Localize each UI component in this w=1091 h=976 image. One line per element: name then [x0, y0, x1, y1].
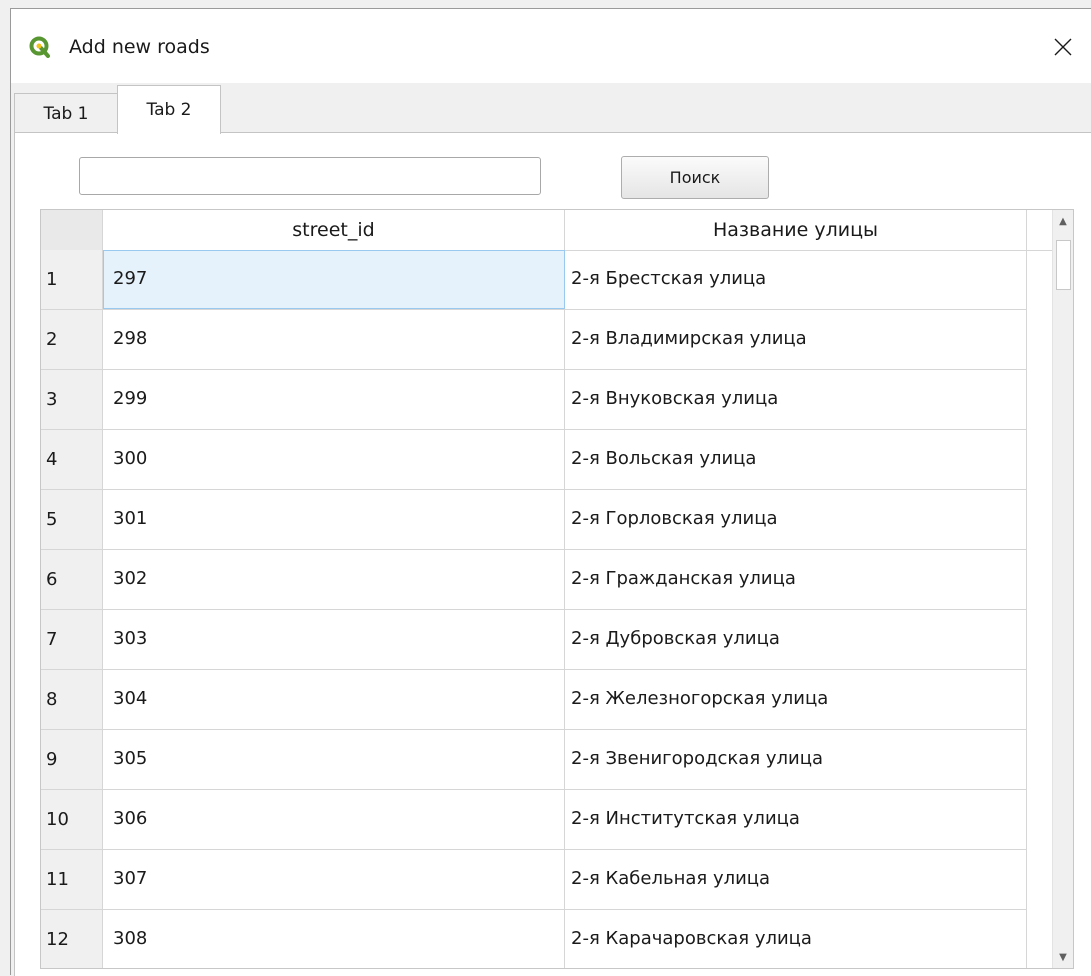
cell-street-name[interactable]: 2-я Звенигородская улица — [565, 730, 1027, 789]
cell-street-id[interactable]: 298 — [103, 310, 565, 369]
table-corner-button[interactable] — [41, 210, 103, 250]
table-row[interactable]: 7 303 2-я Дубровская улица — [41, 610, 1027, 670]
table-row[interactable]: 12 308 2-я Карачаровская улица — [41, 910, 1027, 968]
cell-street-id[interactable]: 305 — [103, 730, 565, 789]
cell-street-name[interactable]: 2-я Гражданская улица — [565, 550, 1027, 609]
cell-street-name[interactable]: 2-я Карачаровская улица — [565, 910, 1027, 968]
window-title: Add new roads — [69, 36, 210, 58]
table-row[interactable]: 6 302 2-я Гражданская улица — [41, 550, 1027, 610]
table-header: street_id Название улицы — [41, 210, 1053, 251]
cell-street-name[interactable]: 2-я Вольская улица — [565, 430, 1027, 489]
cell-street-name[interactable]: 2-я Институтская улица — [565, 790, 1027, 849]
search-input[interactable] — [79, 157, 541, 195]
cell-street-name[interactable]: 2-я Дубровская улица — [565, 610, 1027, 669]
table-row[interactable]: 8 304 2-я Железногорская улица — [41, 670, 1027, 730]
tab-2-panel: Поиск street_id Название улицы 1 297 2-я Б… — [14, 132, 1091, 976]
row-header[interactable]: 3 — [41, 370, 103, 429]
tab-bar: Tab 1 Tab 2 — [11, 83, 1091, 134]
close-button[interactable] — [1043, 27, 1083, 67]
table-body: 1 297 2-я Брестская улица 2 298 2-я Владимирс… — [41, 250, 1027, 968]
cell-street-name[interactable]: 2-я Внуковская улица — [565, 370, 1027, 429]
table-row[interactable]: 4 300 2-я Вольская улица — [41, 430, 1027, 490]
table-row[interactable]: 5 301 2-я Горловская улица — [41, 490, 1027, 550]
cell-street-id[interactable]: 302 — [103, 550, 565, 609]
scrollbar-thumb[interactable] — [1056, 240, 1071, 290]
cell-street-id[interactable]: 307 — [103, 850, 565, 909]
cell-street-id[interactable]: 306 — [103, 790, 565, 849]
cell-street-name[interactable]: 2-я Владимирская улица — [565, 310, 1027, 369]
row-header[interactable]: 12 — [41, 910, 103, 968]
close-icon — [1054, 38, 1072, 56]
row-header[interactable]: 1 — [41, 250, 103, 309]
cell-street-name[interactable]: 2-я Кабельная улица — [565, 850, 1027, 909]
table-row[interactable]: 10 306 2-я Институтская улица — [41, 790, 1027, 850]
vertical-scrollbar[interactable]: ▲ ▼ — [1052, 210, 1073, 968]
row-header[interactable]: 6 — [41, 550, 103, 609]
row-header[interactable]: 4 — [41, 430, 103, 489]
cell-street-id[interactable]: 297 — [103, 250, 565, 309]
row-header[interactable]: 11 — [41, 850, 103, 909]
table-row[interactable]: 3 299 2-я Внуковская улица — [41, 370, 1027, 430]
row-header[interactable]: 2 — [41, 310, 103, 369]
cell-street-id[interactable]: 308 — [103, 910, 565, 968]
cell-street-name[interactable]: 2-я Брестская улица — [565, 250, 1027, 309]
tab-2[interactable]: Tab 2 — [117, 85, 221, 134]
cell-street-id[interactable]: 299 — [103, 370, 565, 429]
cell-street-id[interactable]: 304 — [103, 670, 565, 729]
cell-street-id[interactable]: 300 — [103, 430, 565, 489]
dialog-window: Add new roads Tab 1 Tab 2 Поиск street_i… — [10, 8, 1091, 976]
row-header[interactable]: 9 — [41, 730, 103, 789]
scroll-down-arrow-icon[interactable]: ▼ — [1053, 946, 1073, 968]
cell-street-name[interactable]: 2-я Железногорская улица — [565, 670, 1027, 729]
column-header-street-name[interactable]: Название улицы — [565, 210, 1027, 250]
row-header[interactable]: 10 — [41, 790, 103, 849]
column-header-street-id[interactable]: street_id — [103, 210, 565, 250]
streets-table: street_id Название улицы 1 297 2-я Брестск… — [40, 209, 1074, 969]
table-row[interactable]: 11 307 2-я Кабельная улица — [41, 850, 1027, 910]
table-row[interactable]: 9 305 2-я Звенигородская улица — [41, 730, 1027, 790]
table-row[interactable]: 2 298 2-я Владимирская улица — [41, 310, 1027, 370]
table-row[interactable]: 1 297 2-я Брестская улица — [41, 250, 1027, 310]
search-button[interactable]: Поиск — [621, 156, 769, 199]
scroll-up-arrow-icon[interactable]: ▲ — [1053, 210, 1073, 232]
cell-street-name[interactable]: 2-я Горловская улица — [565, 490, 1027, 549]
title-bar: Add new roads — [11, 9, 1091, 83]
row-header[interactable]: 5 — [41, 490, 103, 549]
row-header[interactable]: 7 — [41, 610, 103, 669]
cell-street-id[interactable]: 303 — [103, 610, 565, 669]
row-header[interactable]: 8 — [41, 670, 103, 729]
qgis-logo-icon — [29, 36, 50, 58]
tab-1[interactable]: Tab 1 — [14, 93, 118, 133]
cell-street-id[interactable]: 301 — [103, 490, 565, 549]
